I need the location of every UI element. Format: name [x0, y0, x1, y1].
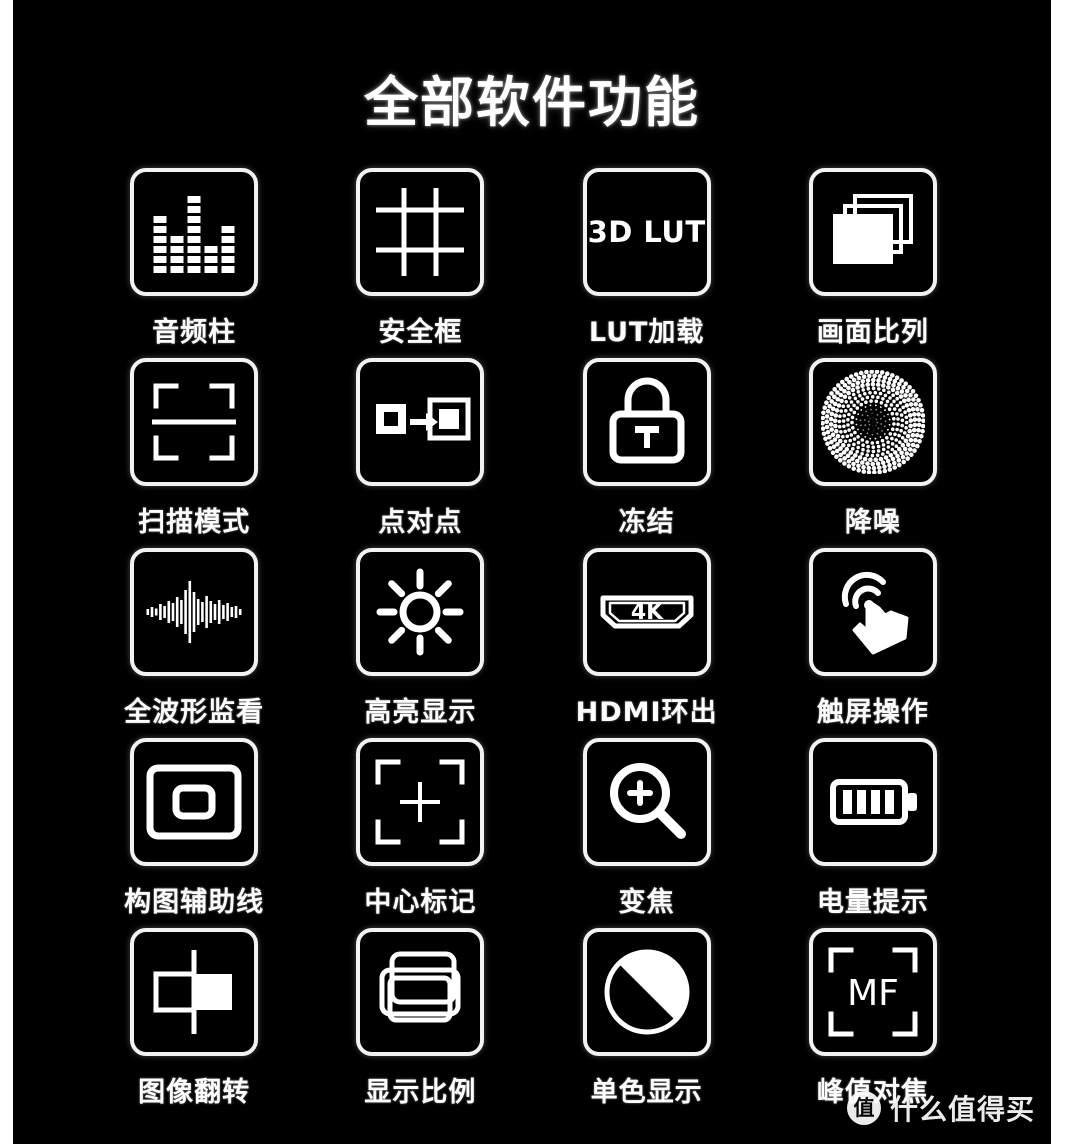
feature-item[interactable]: 变焦 [534, 738, 760, 928]
feature-item[interactable]: 点对点 [307, 358, 533, 548]
audio-bars-icon [130, 168, 259, 296]
scan-mode-icon [130, 358, 259, 486]
feature-list-panel: 全部软件功能 音频柱 安全框 3D LUT LUT加载 画面比列扫描模式 点对点 冻结 降噪全… [13, 0, 1051, 1144]
safe-frame-grid-icon [356, 168, 485, 296]
feature-label: 全波形监看 [124, 697, 265, 728]
feature-item[interactable]: 音频柱 [81, 168, 307, 358]
feature-item[interactable]: 构图辅助线 [81, 738, 307, 928]
hdmi-port-icon: 4K [582, 548, 711, 676]
feature-item[interactable]: 3D LUT LUT加载 [534, 168, 760, 358]
watermark-label: 什么值得买 [889, 1093, 1035, 1126]
feature-item[interactable]: 全波形监看 [81, 548, 307, 738]
feature-label: LUT加载 [588, 317, 705, 348]
composition-guides-icon [130, 738, 259, 866]
feature-item[interactable]: 单色显示 [534, 928, 760, 1118]
feature-label: 显示比例 [364, 1077, 477, 1108]
aspect-stack-icon [808, 168, 937, 296]
noise-reduction-icon [808, 358, 937, 486]
svg-text:MF: MF [847, 973, 899, 1014]
brightness-sun-icon [356, 548, 485, 676]
svg-text:4K: 4K [630, 600, 663, 625]
feature-item[interactable]: 画面比列 [760, 168, 986, 358]
monochrome-circle-icon [582, 928, 711, 1056]
image-flip-icon [130, 928, 259, 1056]
feature-item[interactable]: 扫描模式 [81, 358, 307, 548]
feature-label: HDMI环出 [575, 697, 718, 728]
manual-focus-icon: MF [808, 928, 937, 1056]
feature-label: 扫描模式 [138, 507, 251, 538]
feature-label: 安全框 [378, 317, 463, 348]
watermark: 值 什么值得买 [846, 1088, 1035, 1128]
feature-label: 触屏操作 [816, 697, 929, 728]
feature-label: 冻结 [618, 507, 675, 538]
feature-item[interactable]: 图像翻转 [81, 928, 307, 1118]
feature-item[interactable]: 安全框 [307, 168, 533, 358]
feature-label: 图像翻转 [138, 1077, 251, 1108]
3d-lut-icon: 3D LUT [582, 168, 711, 296]
feature-label: 单色显示 [590, 1077, 703, 1108]
feature-item[interactable]: 显示比例 [307, 928, 533, 1118]
waveform-icon [130, 548, 259, 676]
feature-label: 中心标记 [364, 887, 477, 918]
lock-freeze-icon [582, 358, 711, 486]
feature-label: 画面比列 [816, 317, 929, 348]
feature-label: 降噪 [844, 507, 901, 538]
center-marker-icon [356, 738, 485, 866]
feature-item[interactable]: 触屏操作 [760, 548, 986, 738]
page-title: 全部软件功能 [364, 71, 700, 134]
feature-item[interactable]: 4K HDMI环出 [534, 548, 760, 738]
zoom-magnifier-icon [582, 738, 711, 866]
battery-icon [808, 738, 937, 866]
feature-label: 音频柱 [152, 317, 237, 348]
feature-label: 变焦 [618, 887, 675, 918]
feature-item[interactable]: 中心标记 [307, 738, 533, 928]
feature-grid: 音频柱 安全框 3D LUT LUT加载 画面比列扫描模式 点对点 冻结 降噪全波形监看 高亮显… [81, 168, 986, 1118]
feature-item[interactable]: 高亮显示 [307, 548, 533, 738]
feature-label: 高亮显示 [364, 697, 477, 728]
feature-label: 电量提示 [816, 887, 929, 918]
feature-item[interactable]: 电量提示 [760, 738, 986, 928]
pixel-to-pixel-icon [356, 358, 485, 486]
feature-label: 构图辅助线 [124, 887, 265, 918]
feature-item[interactable]: 冻结 [534, 358, 760, 548]
feature-item[interactable]: 降噪 [760, 358, 986, 548]
display-ratio-icon [356, 928, 485, 1056]
feature-label: 点对点 [378, 507, 463, 538]
smzdm-badge-icon: 值 [846, 1091, 881, 1125]
touch-hand-icon [808, 548, 937, 676]
